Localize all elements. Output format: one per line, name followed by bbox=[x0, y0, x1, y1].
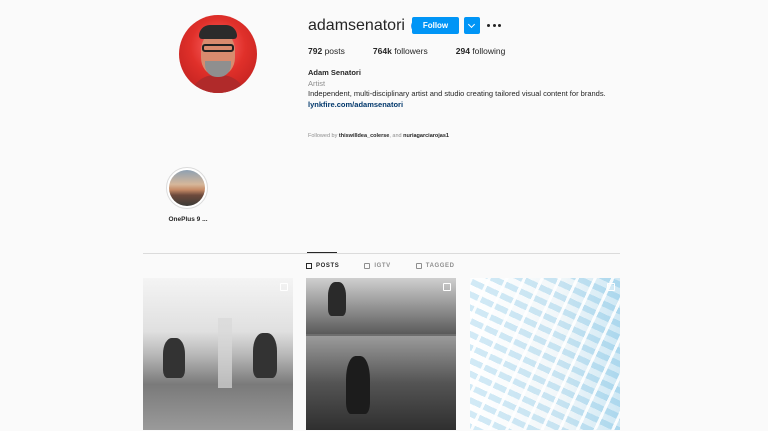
profile-username: adamsenatori bbox=[308, 17, 405, 34]
more-dot bbox=[498, 23, 501, 27]
tab-igtv-label: IGTV bbox=[374, 263, 391, 269]
photo-architecture-pattern bbox=[470, 278, 620, 430]
multiple-photos-icon bbox=[607, 283, 615, 291]
post-thumbnail[interactable] bbox=[470, 278, 620, 430]
tagged-icon bbox=[415, 263, 422, 269]
photo-object-shape bbox=[218, 318, 232, 388]
followed-by-separator: , and bbox=[389, 133, 402, 139]
more-dot bbox=[487, 23, 490, 27]
profile-tabs: POSTS IGTV TAGGED bbox=[306, 263, 480, 269]
following-count: 294 bbox=[455, 46, 470, 56]
followers-stat[interactable]: 764k followers bbox=[373, 46, 428, 56]
more-options-icon[interactable] bbox=[487, 22, 501, 28]
follow-button[interactable]: Follow bbox=[412, 17, 459, 34]
posts-stat: 792 posts bbox=[308, 46, 345, 56]
profile-bio-text: Independent, multi-disciplinary artist a… bbox=[308, 89, 606, 98]
followers-count: 764k bbox=[372, 46, 392, 56]
more-dot bbox=[492, 23, 496, 27]
photo-person-shape bbox=[328, 282, 346, 316]
multiple-photos-icon bbox=[443, 283, 451, 291]
post-thumbnail[interactable] bbox=[143, 278, 293, 430]
active-tab-indicator bbox=[307, 252, 337, 253]
posts-count: 792 bbox=[308, 46, 323, 56]
post-thumbnail[interactable] bbox=[306, 278, 456, 430]
photo-person-shape bbox=[346, 356, 370, 414]
profile-stats: 792 posts 764k followers 294 following bbox=[308, 46, 533, 56]
tab-tagged[interactable]: TAGGED bbox=[415, 263, 455, 269]
highlight-cover-image bbox=[169, 170, 205, 206]
profile-full-name: Adam Senatori bbox=[308, 68, 361, 77]
photo-bottom-half bbox=[306, 336, 456, 430]
followed-by-prefix: Followed by bbox=[308, 133, 338, 139]
igtv-icon bbox=[364, 263, 371, 269]
highlight-label: OnePlus 9 ... bbox=[168, 216, 208, 223]
following-stat[interactable]: 294 following bbox=[456, 46, 506, 56]
profile-avatar[interactable] bbox=[179, 15, 257, 93]
followed-by[interactable]: Followed by thiswilldea_colerse, and nur… bbox=[308, 133, 449, 139]
tab-posts-label: POSTS bbox=[316, 263, 340, 269]
username-row: adamsenatori bbox=[308, 15, 423, 37]
photo-person-shape bbox=[163, 338, 185, 378]
avatar-glasses-shape bbox=[202, 44, 234, 52]
profile-bio: Adam Senatori Artist Independent, multi-… bbox=[308, 68, 628, 110]
avatar-body-shape bbox=[189, 75, 247, 93]
profile-category: Artist bbox=[308, 78, 326, 88]
avatar-beard-shape bbox=[205, 61, 231, 77]
suggested-accounts-button[interactable] bbox=[464, 17, 480, 34]
tabs-divider bbox=[143, 253, 620, 254]
tab-posts[interactable]: POSTS bbox=[306, 263, 339, 269]
followed-by-user-2[interactable]: nuriagarciarojas1 bbox=[403, 133, 449, 139]
multiple-photos-icon bbox=[280, 283, 288, 291]
following-label: following bbox=[472, 46, 506, 56]
posts-label: posts bbox=[324, 46, 345, 56]
story-highlight[interactable] bbox=[166, 167, 208, 209]
followed-by-user-1[interactable]: thiswilldea_colerse bbox=[339, 133, 389, 139]
grid-icon bbox=[306, 263, 312, 269]
photo-person-shape bbox=[253, 333, 277, 378]
profile-website-link[interactable]: lynkfire.com/adamsenatori bbox=[308, 100, 628, 111]
avatar-cap-shape bbox=[199, 25, 237, 39]
tab-tagged-label: TAGGED bbox=[425, 263, 455, 269]
followers-label: followers bbox=[394, 46, 428, 56]
tab-igtv[interactable]: IGTV bbox=[364, 263, 390, 269]
